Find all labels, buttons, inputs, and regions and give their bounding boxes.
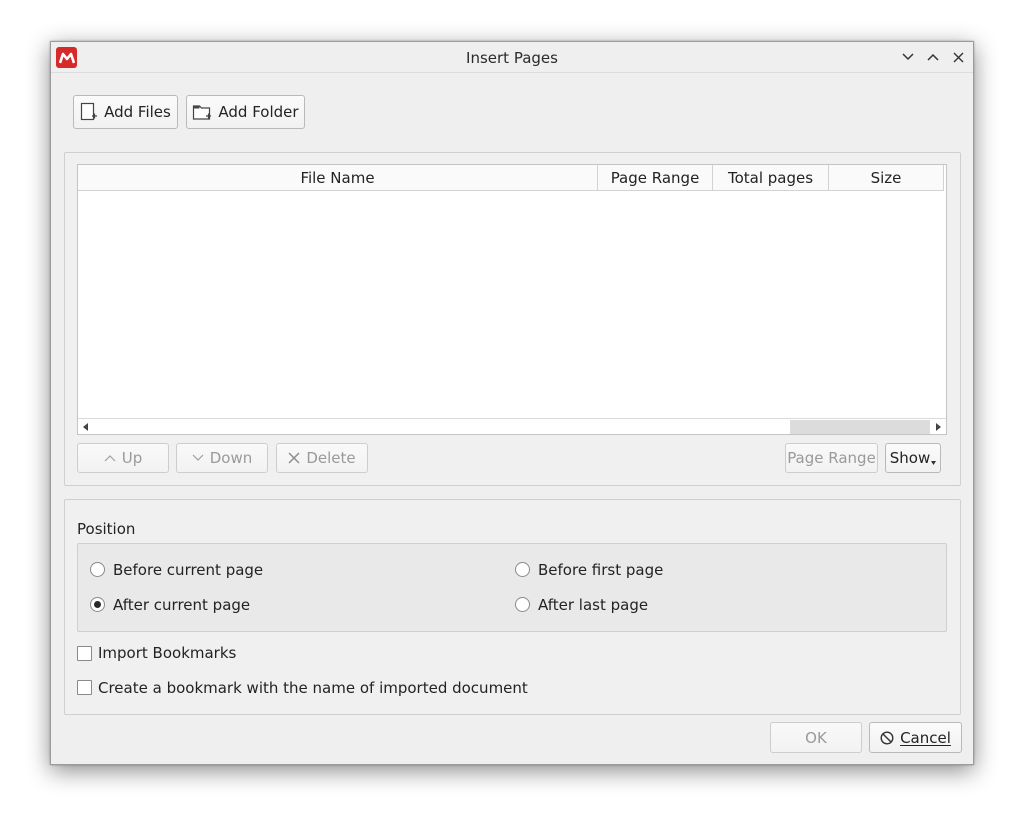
ok-label: OK <box>805 728 827 747</box>
maximize-button[interactable] <box>923 47 943 67</box>
chevron-up-icon <box>927 53 939 61</box>
table-header: File Name Page Range Total pages Size <box>78 165 944 191</box>
window-title: Insert Pages <box>466 49 558 67</box>
add-folder-button[interactable]: Add Folder <box>186 95 305 129</box>
import-bookmarks-checkbox[interactable] <box>77 646 92 661</box>
close-button[interactable] <box>948 47 968 67</box>
cancel-label: Cancel <box>900 728 951 747</box>
add-files-label: Add Files <box>104 103 171 121</box>
delete-icon <box>288 452 300 464</box>
add-files-button[interactable]: Add Files <box>73 95 178 129</box>
create-bookmark-label: Create a bookmark with the name of impor… <box>98 679 528 697</box>
down-label: Down <box>209 449 253 467</box>
column-file-name[interactable]: File Name <box>78 165 598 191</box>
create-bookmark-checkbox[interactable] <box>77 680 92 695</box>
add-folder-label: Add Folder <box>218 103 299 121</box>
chevron-down-icon <box>192 454 204 462</box>
up-button[interactable]: Up <box>77 443 169 473</box>
show-label: Show <box>889 449 931 467</box>
radio-after-last-page[interactable] <box>515 597 530 612</box>
column-total-pages[interactable]: Total pages <box>713 165 829 191</box>
page-range-label: Page Range <box>787 449 876 467</box>
minimize-button[interactable] <box>898 47 918 67</box>
position-radio-group <box>77 543 947 632</box>
column-size[interactable]: Size <box>829 165 944 191</box>
radio-label-before-current-page: Before current page <box>113 561 264 579</box>
radio-before-first-page[interactable] <box>515 562 530 577</box>
radio-before-current-page[interactable] <box>90 562 105 577</box>
horizontal-scrollbar[interactable] <box>78 418 946 434</box>
file-table[interactable]: File Name Page Range Total pages Size <box>77 164 947 435</box>
down-button[interactable]: Down <box>176 443 268 473</box>
chevron-up-icon <box>104 454 116 462</box>
radio-after-current-page[interactable] <box>90 597 105 612</box>
chevron-down-icon <box>902 53 914 61</box>
delete-button[interactable]: Delete <box>276 443 368 473</box>
radio-label-before-first-page: Before first page <box>538 561 664 579</box>
title-bar: Insert Pages <box>51 42 973 73</box>
scroll-right-icon[interactable] <box>931 421 945 433</box>
scrollbar-thumb[interactable] <box>790 420 930 434</box>
column-page-range[interactable]: Page Range <box>598 165 713 191</box>
add-file-icon <box>80 102 98 122</box>
delete-label: Delete <box>306 449 356 467</box>
show-dropdown-button[interactable]: Show <box>885 443 941 473</box>
up-label: Up <box>121 449 143 467</box>
ok-button[interactable]: OK <box>770 722 862 753</box>
page-range-button[interactable]: Page Range <box>785 443 878 473</box>
import-bookmarks-label: Import Bookmarks <box>98 644 237 662</box>
cancel-button[interactable]: Cancel <box>869 722 962 753</box>
add-folder-icon <box>192 103 212 121</box>
cancel-icon <box>880 730 894 745</box>
position-heading: Position <box>77 520 136 538</box>
radio-label-after-current-page: After current page <box>113 596 251 614</box>
close-icon <box>953 52 963 62</box>
dropdown-arrow-icon <box>931 461 937 465</box>
radio-label-after-last-page: After last page <box>538 596 649 614</box>
scroll-left-icon[interactable] <box>79 421 93 433</box>
